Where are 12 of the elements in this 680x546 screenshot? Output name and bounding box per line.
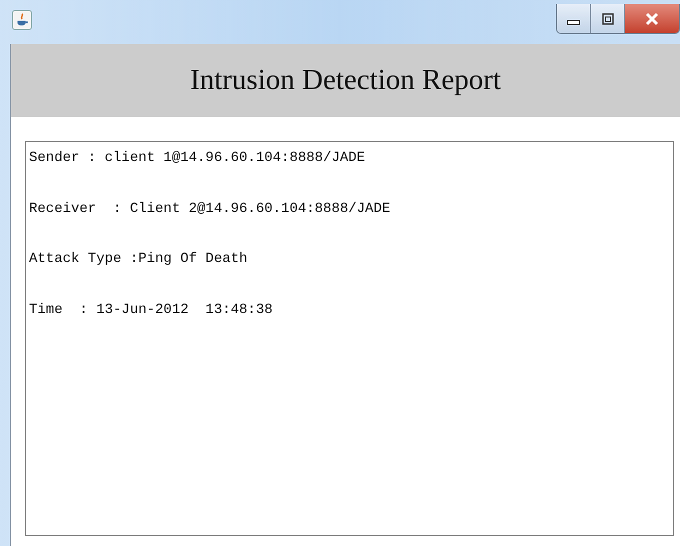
minimize-icon <box>567 20 580 25</box>
report-line: Time : 13-Jun-2012 13:48:38 <box>29 300 274 320</box>
report-line: Sender : client 1@14.96.60.104:8888/JADE <box>29 149 366 168</box>
close-button[interactable] <box>625 4 679 33</box>
report-title: Intrusion Detection Report <box>190 63 501 98</box>
java-icon <box>12 10 32 30</box>
minimize-button[interactable] <box>557 4 591 33</box>
close-icon <box>644 12 660 26</box>
report-line: Receiver : Client 2@14.96.60.104:8888/JADE <box>29 200 392 218</box>
maximize-icon <box>600 12 614 24</box>
report-line: Attack Type :Ping Of Death <box>29 250 248 269</box>
maximize-button[interactable] <box>591 4 625 33</box>
